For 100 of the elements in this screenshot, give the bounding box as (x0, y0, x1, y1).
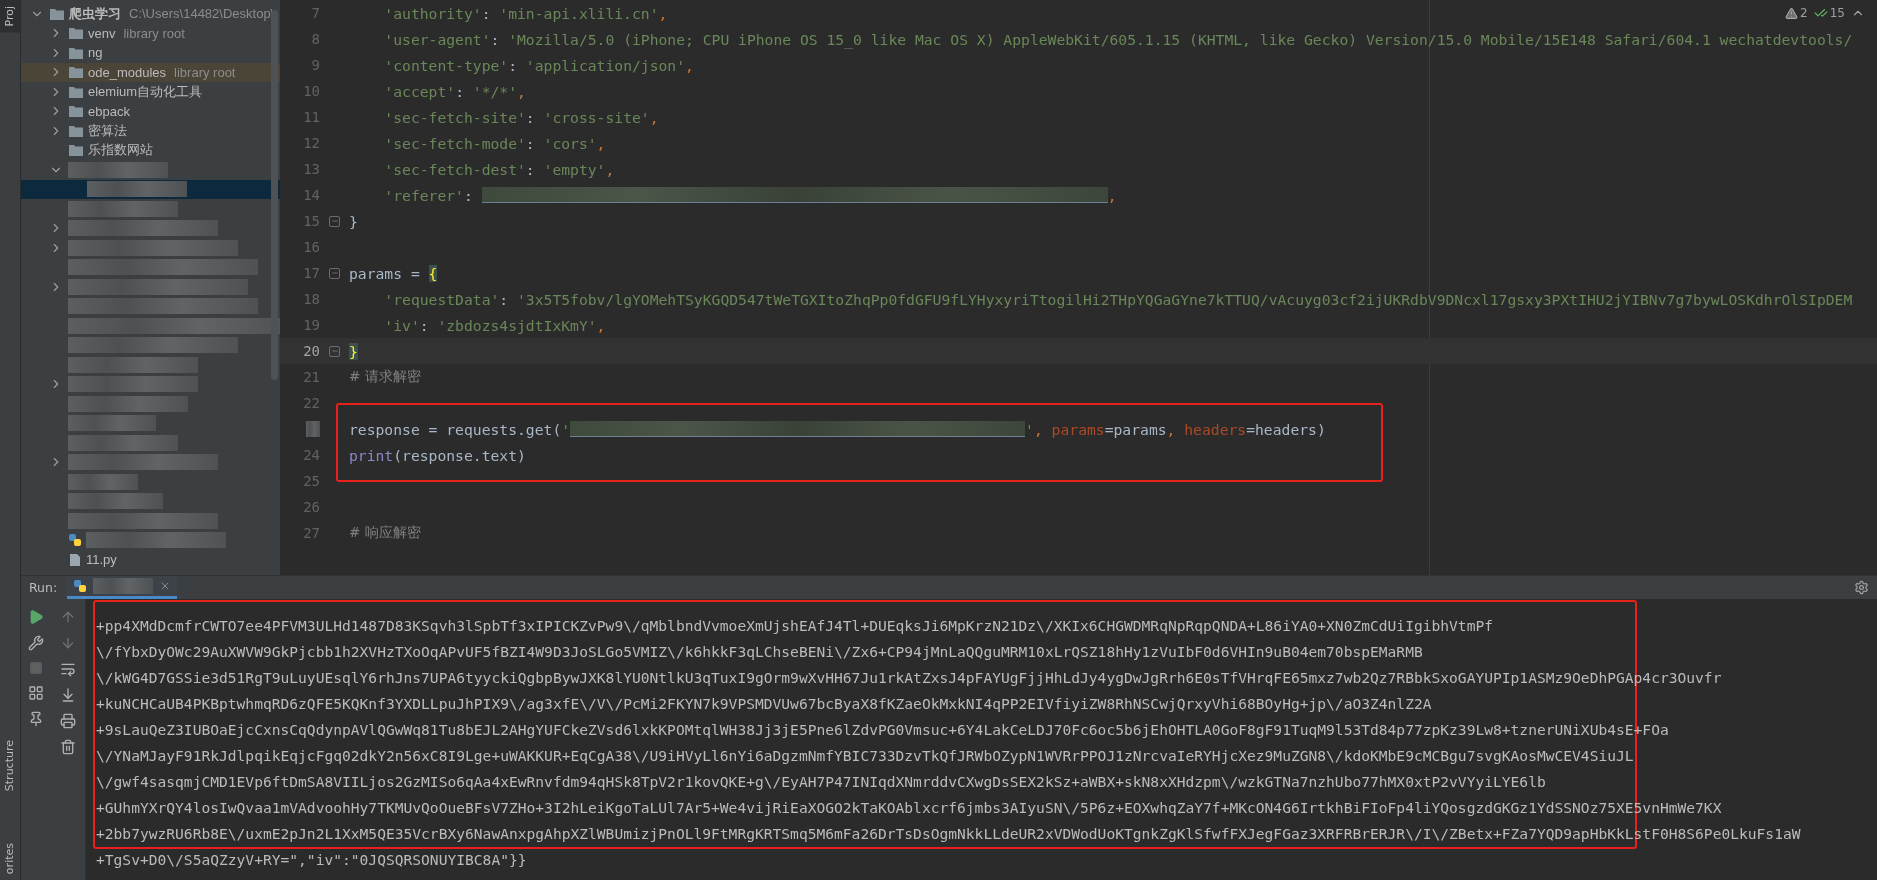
console-output-line: \/YNaMJayF91RkJdlpqikEqjcFgq02dkY2n56xC8I9Lge+uWAKKUR+EqCgA38\/U9iHVyLl6nYi6aDgzmNmfYBIC733DzvTkQfJRWbOZypN1WVRrPPOJ1zNrcvaIeRYHjcXez9MuZGN8\/kdoKMbE9cMCBgu7svgKAosMwCEV4SiuJL (96, 746, 1635, 766)
tool-window-tab[interactable]: Proj (0, 0, 20, 33)
tree-row[interactable]: ebpack (21, 101, 280, 121)
folder-icon (68, 26, 84, 41)
tree-row[interactable] (21, 179, 280, 199)
code-line: 'referer': , (383, 186, 1117, 204)
redaction-patch (68, 473, 138, 490)
print-icon[interactable] (60, 713, 76, 729)
line-number: 21 (302, 369, 320, 385)
scrollbar-thumb[interactable] (271, 10, 278, 380)
line-number: 27 (302, 525, 320, 541)
line-number: 15 (302, 213, 320, 229)
console-output-line: +TgSv+D0\/S5aQZzyV+RY=","iv":"0JQSQRSONUYIBC8A"}} (96, 850, 528, 870)
pin-icon[interactable] (28, 711, 44, 727)
folder-name: 乐指数网站 (88, 141, 153, 160)
line-number: 8 (310, 31, 320, 47)
folder-note: library root (123, 25, 185, 41)
tool-window-tab[interactable]: Structure (0, 733, 20, 797)
line-number: 25 (302, 473, 320, 489)
scroll-to-end-icon[interactable] (60, 687, 76, 703)
code-line: 'authority': 'min-api.xlili.cn', (383, 4, 668, 22)
console-output-line: +pp4XMdDcmfrCWTO7ee4PFVM3ULHd1487D83KSqvh3lSpbTf3xIPICKZvPw9\/qMblbndVvmoeXmUjshEAfJ4Tl+DUEqksJi6MpKrzN21Dz\/XKIx6CHGWDMRqNpRqpQNDA+L86iYA0+XN0ZmCdUiIgibhVtmPf (96, 616, 1494, 636)
trash-icon[interactable] (60, 739, 76, 755)
tree-row[interactable]: 爬虫学习 C:\Users\14482\Desktop\ (21, 4, 280, 24)
code-line: 'sec-fetch-dest': 'empty', (383, 160, 615, 178)
line-number: 14 (302, 187, 320, 203)
line-number: 13 (302, 161, 320, 177)
code-line: response = requests.get(' ', params=params, headers=headers) (349, 420, 1326, 438)
folder-icon (68, 104, 84, 119)
line-number: 12 (302, 135, 320, 151)
line-number: 24 (302, 447, 320, 463)
line-number: 19 (302, 317, 320, 333)
console-output-line: +kuNCHCaUB4PKBptwhmqRD6zQFE5KQKnf3YXDLLpuJhPIX9\/ag3xfE\/V\/PcMi2FKYN7k9VPSMDVUw67bcByaX8fKZaeOkMxkNI4qPP2EIVfiyiZW8RhNSCwjQrxyVhi68BOyHg+jp\/aO3Z4nlZ2A (96, 694, 1433, 714)
file-name: 11.py (86, 552, 117, 568)
folder-note: library root (174, 64, 236, 80)
line-number: 26 (302, 499, 320, 515)
file-icon (68, 552, 82, 567)
run-tab[interactable] (67, 576, 178, 599)
console-output-line: \/fYbxDyOWc29AuXWVW9GkPjcbb1h2XVHzTXoOqAPvUF5fBZI4W9D3JoSLGo5VMIZ\/k6hkkF3qLChseBENi\/Zx6+CP94jMnLaQQguMRM10xLrQSZ18hHy1zVuIbF0d6VHIn9uB04em70bspEMaRMB (96, 642, 1424, 662)
code-line: 'accept': '*/*', (383, 82, 526, 100)
line-number: 9 (310, 57, 320, 73)
run-label: Run: (29, 580, 58, 595)
folder-name: ode_modules (88, 64, 167, 80)
code-line: } (349, 212, 358, 230)
warning-icon (1785, 6, 1799, 20)
tree-row[interactable]: elemium自动化工具 (21, 82, 280, 102)
tree-row[interactable]: venv library root (21, 23, 280, 43)
line-number: 20 (302, 343, 320, 359)
folder-name: venv (88, 25, 116, 41)
fold-icon[interactable] (329, 215, 340, 227)
line-number: 7 (310, 5, 320, 21)
folder-name: ng (88, 45, 103, 61)
line-number: 17 (302, 265, 320, 281)
code-line: 'requestData': '3x5T5fobv/lgYOMehTSyKGQD547tWeTGXItoZhqPp0fdGFU9fLYHyxyriTtogilHi2THpYQGaGYne7kTTUQ/vAcuyg03cf2ijUKRdbV9DNcxl17gsxy3PXtIHU2jYIBNv7g7bywLOSKdhrOlSIpDEM (383, 290, 1853, 308)
code-line: 'content-type': 'application/json', (383, 56, 694, 74)
folder-icon (68, 123, 84, 138)
line-number: 11 (302, 109, 320, 125)
tree-row[interactable]: 密算法 (21, 121, 280, 141)
line-number: 22 (302, 395, 320, 411)
folder-icon (68, 143, 84, 158)
folder-icon (68, 84, 84, 99)
check-count: 15 (1829, 6, 1845, 20)
python-file-icon (68, 533, 82, 548)
console-output-line: \/gwf4sasqmjCMD1EVp6ftDmSA8VIILjos2GzMISo6qAa4xEwRnvfdm94qHSk8TpV2r1kovQKE+g\/EyAH7P47INIqdXNmrddvCXwgDsSEX2kSz+aWBX+skN8xXHdzpm\/wzkGTNa7nzhUbo77hMX0xtP2vVYyiLYE6lb (96, 772, 1547, 792)
tree-row[interactable]: ng (21, 43, 280, 63)
line-number: 10 (302, 83, 320, 99)
project-name: 爬虫学习 (69, 4, 121, 23)
code-line: 'user-agent': 'Mozilla/5.0 (iPhone; CPU iPhone OS 15_0 like Mac OS X) AppleWebKit/605.1.15 (KHTML, like Gecko) Version/15.0 Mobile/15E148 Safari/604.1 wechatdevtools/ (383, 30, 1853, 48)
tree-row[interactable]: 11.py (21, 550, 280, 570)
code-line: 'sec-fetch-mode': 'cors', (383, 134, 606, 152)
python-file-icon (73, 579, 88, 593)
folder-icon (68, 65, 84, 80)
code-line: print(response.text) (349, 446, 526, 464)
stop-icon[interactable] (29, 661, 43, 675)
code-line: # 请求解密 (349, 368, 421, 386)
code-line: params = { (349, 264, 438, 282)
redaction-patch (306, 421, 320, 437)
wrench-icon[interactable] (28, 635, 44, 651)
line-number: 18 (302, 291, 320, 307)
redaction-patch (93, 578, 154, 594)
code-line: 'sec-fetch-site': 'cross-site', (383, 108, 659, 126)
fold-icon[interactable] (329, 345, 340, 357)
tree-row[interactable]: ode_modules library root (21, 62, 280, 82)
inspection-widget[interactable]: 2 15 (1785, 6, 1865, 20)
fold-icon[interactable] (329, 267, 340, 279)
layout-icon[interactable] (28, 685, 44, 701)
rerun-icon[interactable] (28, 609, 44, 625)
project-path: C:\Users\14482\Desktop\ (129, 6, 275, 22)
warning-count: 2 (1800, 6, 1808, 20)
folder-icon (49, 6, 65, 21)
folder-name: elemium自动化工具 (88, 82, 203, 101)
settings-icon[interactable] (1854, 580, 1869, 595)
code-line: 'iv': 'zbdozs4sjdtIxKmY', (383, 316, 606, 334)
code-line: # 响应解密 (349, 524, 421, 542)
tree-row[interactable]: 乐指数网站 (21, 140, 280, 160)
check-icon (1813, 6, 1828, 20)
folder-name: ebpack (88, 103, 130, 119)
soft-wrap-icon[interactable] (60, 661, 76, 677)
tool-window-tab[interactable]: orites (0, 836, 20, 880)
folder-name: 密算法 (88, 121, 127, 140)
